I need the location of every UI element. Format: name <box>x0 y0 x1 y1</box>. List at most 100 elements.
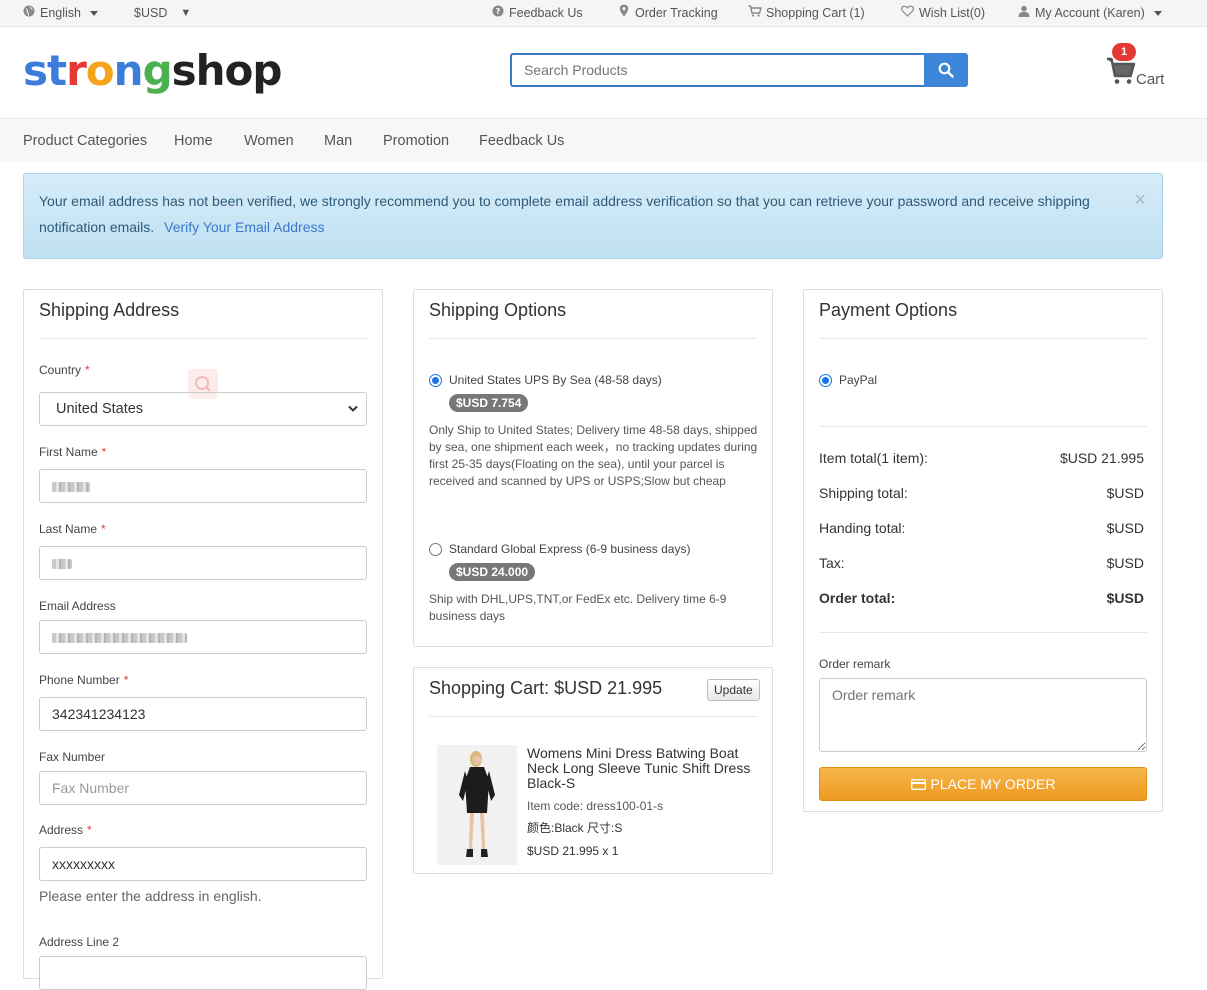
strongshop-logo[interactable]: strongshop <box>23 46 282 95</box>
summary-label: Shipping total: <box>819 485 908 501</box>
search-icon <box>938 62 954 78</box>
order-total-row: Order total: $USD <box>819 590 1144 606</box>
nav-women[interactable]: Women <box>244 119 294 163</box>
country-label-text: Country <box>39 363 82 377</box>
verify-email-link[interactable]: Verify Your Email Address <box>164 219 324 235</box>
paypal-radio[interactable] <box>819 374 832 387</box>
shipping-option-description: Ship with DHL,UPS,TNT,or FedEx etc. Deli… <box>429 592 727 623</box>
fax-field[interactable] <box>39 771 367 805</box>
shipping-total-row: Shipping total: $USD <box>819 485 1144 501</box>
currency-selector[interactable]: $USD ▼ <box>134 0 191 26</box>
logo-letter: r <box>66 46 87 95</box>
shopping-cart-link[interactable]: Shopping Cart (1) <box>748 0 865 26</box>
main-nav: Product Categories Home Women Man Promot… <box>0 118 1207 162</box>
payment-options-title: Payment Options <box>819 300 958 320</box>
feedback-label: Feedback Us <box>509 6 583 20</box>
wish-list-link[interactable]: Wish List(0) <box>901 0 985 26</box>
shipping-option-radio[interactable] <box>429 374 442 387</box>
place-order-button[interactable]: PLACE MY ORDER <box>819 767 1147 801</box>
close-icon[interactable]: × <box>1134 188 1146 212</box>
place-order-label: PLACE MY ORDER <box>930 776 1056 792</box>
question-circle-icon: ? <box>491 0 504 26</box>
required-mark: * <box>123 673 129 687</box>
shipping-option-label[interactable]: United States UPS By Sea (48-58 days) <box>449 373 662 387</box>
shopping-cart-title: Shopping Cart: $USD 21.995 <box>429 678 663 698</box>
shipping-option-description: Only Ship to United States; Delivery tim… <box>429 423 758 488</box>
search-input[interactable] <box>510 53 925 87</box>
tax-row: Tax: $USD <box>819 555 1144 571</box>
order-tracking-label: Order Tracking <box>635 6 718 20</box>
cart-count-badge: 1 <box>1112 43 1136 61</box>
header-cart-button[interactable]: 1 Cart <box>1106 42 1176 92</box>
summary-label: Order total: <box>819 590 896 606</box>
search-button[interactable] <box>924 53 968 87</box>
phone-label: Phone Number * <box>39 673 128 687</box>
address-hint: Please enter the address in english. <box>39 888 262 904</box>
country-select[interactable]: United States <box>39 392 367 426</box>
logo-letter: o <box>85 46 115 95</box>
address-line2-field[interactable] <box>39 956 367 990</box>
logo-letter: n <box>113 46 144 95</box>
fax-label: Fax Number <box>39 750 106 764</box>
shipping-address-title: Shipping Address <box>39 300 180 320</box>
cart-icon <box>748 0 762 26</box>
svg-text:?: ? <box>495 7 500 16</box>
last-name-field[interactable] <box>39 546 367 580</box>
divider <box>429 716 757 717</box>
nav-home[interactable]: Home <box>174 119 213 163</box>
country-select-value: United States <box>56 401 144 417</box>
logo-letter: p <box>252 46 282 95</box>
product-item-code: Item code: dress100-01-s <box>527 799 664 813</box>
nav-promotion[interactable]: Promotion <box>383 119 449 163</box>
shipping-price-badge: $USD 24.000 <box>449 563 536 581</box>
currency-label: $USD <box>134 6 168 20</box>
first-name-field[interactable] <box>39 469 367 503</box>
required-mark: * <box>85 363 90 377</box>
redacted-value <box>52 482 90 492</box>
product-price-qty: $USD 21.995 x 1 <box>527 844 619 858</box>
nav-feedback-us[interactable]: Feedback Us <box>479 119 564 163</box>
user-icon <box>1017 0 1030 26</box>
address-label: Address * <box>39 823 92 837</box>
shipping-option-label[interactable]: Standard Global Express (6-9 business da… <box>449 542 690 556</box>
summary-value: $USD 21.995 <box>1059 450 1144 466</box>
address-field[interactable] <box>39 847 367 881</box>
address-line2-label: Address Line 2 <box>39 935 120 949</box>
divider <box>429 338 757 339</box>
phone-field[interactable] <box>39 697 367 731</box>
summary-value: $USD <box>1106 555 1144 571</box>
language-selector[interactable]: English <box>22 0 98 26</box>
product-image[interactable] <box>437 745 517 865</box>
logo-letter: h <box>195 46 226 95</box>
summary-value: $USD <box>1106 520 1144 536</box>
order-remark-textarea[interactable] <box>819 678 1147 752</box>
first-name-label-text: First Name <box>39 445 98 459</box>
paypal-label[interactable]: PayPal <box>839 373 877 387</box>
required-mark: * <box>101 522 106 536</box>
email-verification-alert: Your email address has not been verified… <box>23 173 1163 259</box>
cart-label: Cart <box>1136 71 1165 88</box>
divider <box>39 338 367 339</box>
redacted-value <box>52 633 187 643</box>
last-name-label: Last Name * <box>39 522 106 536</box>
email-field[interactable] <box>39 620 367 654</box>
feedback-link[interactable]: ? Feedback Us <box>491 0 583 26</box>
wish-list-label: Wish List(0) <box>919 6 985 20</box>
chevron-down-icon <box>90 10 98 16</box>
shipping-address-panel: Shipping Address Country * United States … <box>23 289 383 990</box>
product-name-link[interactable]: Womens Mini Dress Batwing Boat Neck Long… <box>527 746 752 791</box>
item-total-row: Item total(1 item): $USD 21.995 <box>819 450 1144 466</box>
country-label: Country * <box>39 363 90 377</box>
logo-letter: o <box>224 46 254 95</box>
nav-man[interactable]: Man <box>324 119 352 163</box>
order-tracking-link[interactable]: Order Tracking <box>617 0 718 26</box>
payment-options-panel: Payment Options PayPal Item total(1 item… <box>803 289 1163 812</box>
my-account-label: My Account (Karen) <box>1035 6 1145 20</box>
my-account-menu[interactable]: My Account (Karen) <box>1017 0 1162 26</box>
nav-product-categories[interactable]: Product Categories <box>23 119 147 163</box>
redacted-value <box>52 559 72 569</box>
shipping-option-radio[interactable] <box>429 543 442 556</box>
update-cart-button[interactable]: Update <box>707 679 760 701</box>
required-mark: * <box>87 823 92 837</box>
shipping-options-title: Shipping Options <box>429 300 567 320</box>
